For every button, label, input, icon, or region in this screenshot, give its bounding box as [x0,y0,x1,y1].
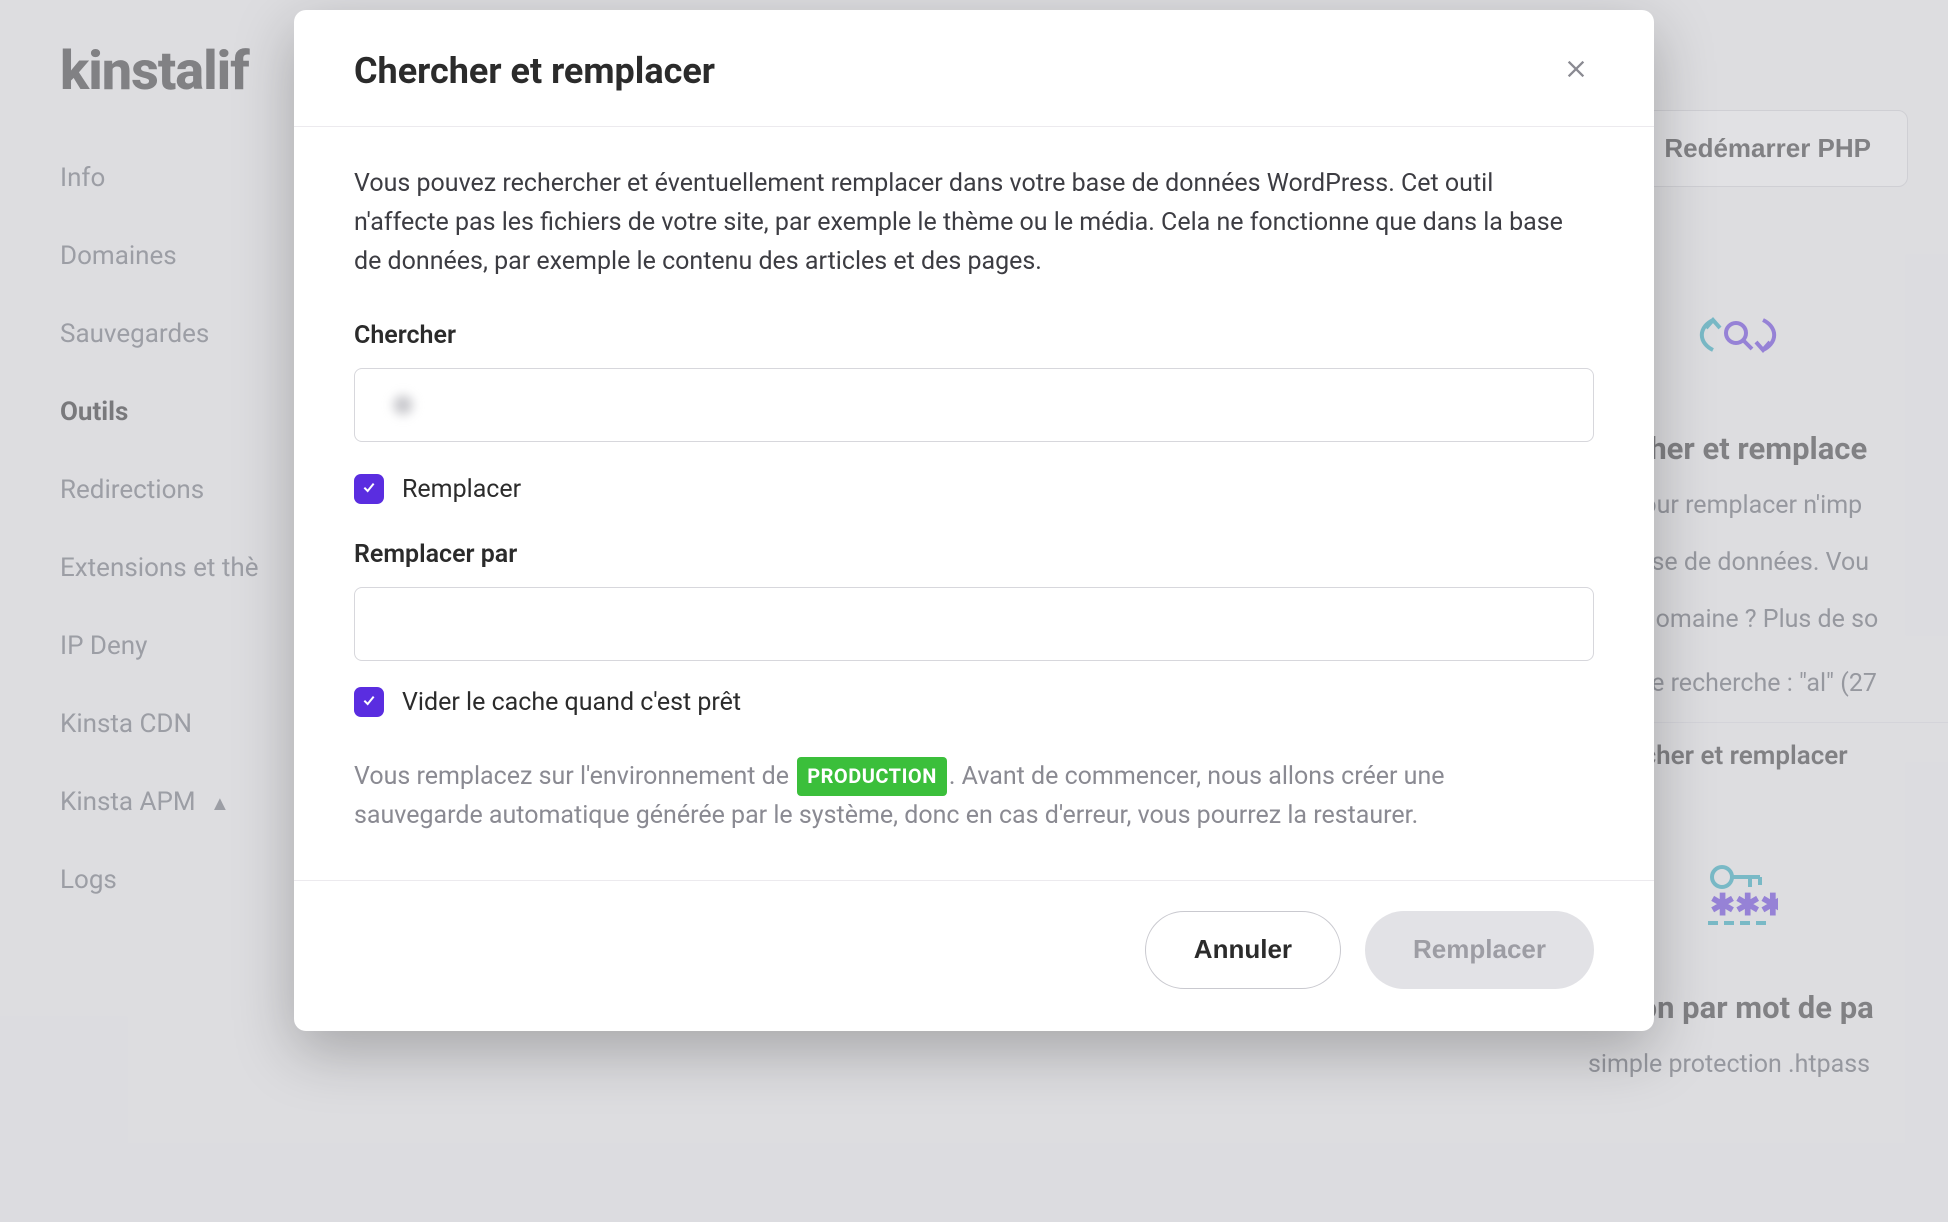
modal-title: Chercher et remplacer [354,50,715,92]
replace-with-input[interactable] [354,587,1594,661]
clear-cache-checkbox[interactable] [354,687,384,717]
modal-backdrop[interactable]: Chercher et remplacer Vous pouvez recher… [0,0,1948,1222]
checkmark-icon [361,479,377,499]
replace-checkbox[interactable] [354,474,384,504]
checkmark-icon [361,692,377,712]
modal-header: Chercher et remplacer [294,10,1654,127]
close-button[interactable] [1558,53,1594,89]
clear-cache-checkbox-label[interactable]: Vider le cache quand c'est prêt [402,688,741,717]
replace-checkbox-label[interactable]: Remplacer [402,475,521,504]
search-label: Chercher [354,321,1594,350]
search-input[interactable] [354,368,1594,442]
environment-warning: Vous remplacez sur l'environnement de PR… [354,757,1564,836]
modal-body: Vous pouvez rechercher et éventuellement… [294,127,1654,880]
search-replace-modal: Chercher et remplacer Vous pouvez recher… [294,10,1654,1031]
close-icon [1565,58,1587,84]
modal-footer: Annuler Remplacer [294,880,1654,1031]
cancel-button[interactable]: Annuler [1145,911,1341,989]
env-badge: PRODUCTION [797,757,947,796]
replace-with-label: Remplacer par [354,540,1594,569]
warning-prefix: Vous remplacez sur l'environnement de [354,762,795,791]
modal-description: Vous pouvez rechercher et éventuellement… [354,165,1564,281]
submit-replace-button[interactable]: Remplacer [1365,911,1594,989]
